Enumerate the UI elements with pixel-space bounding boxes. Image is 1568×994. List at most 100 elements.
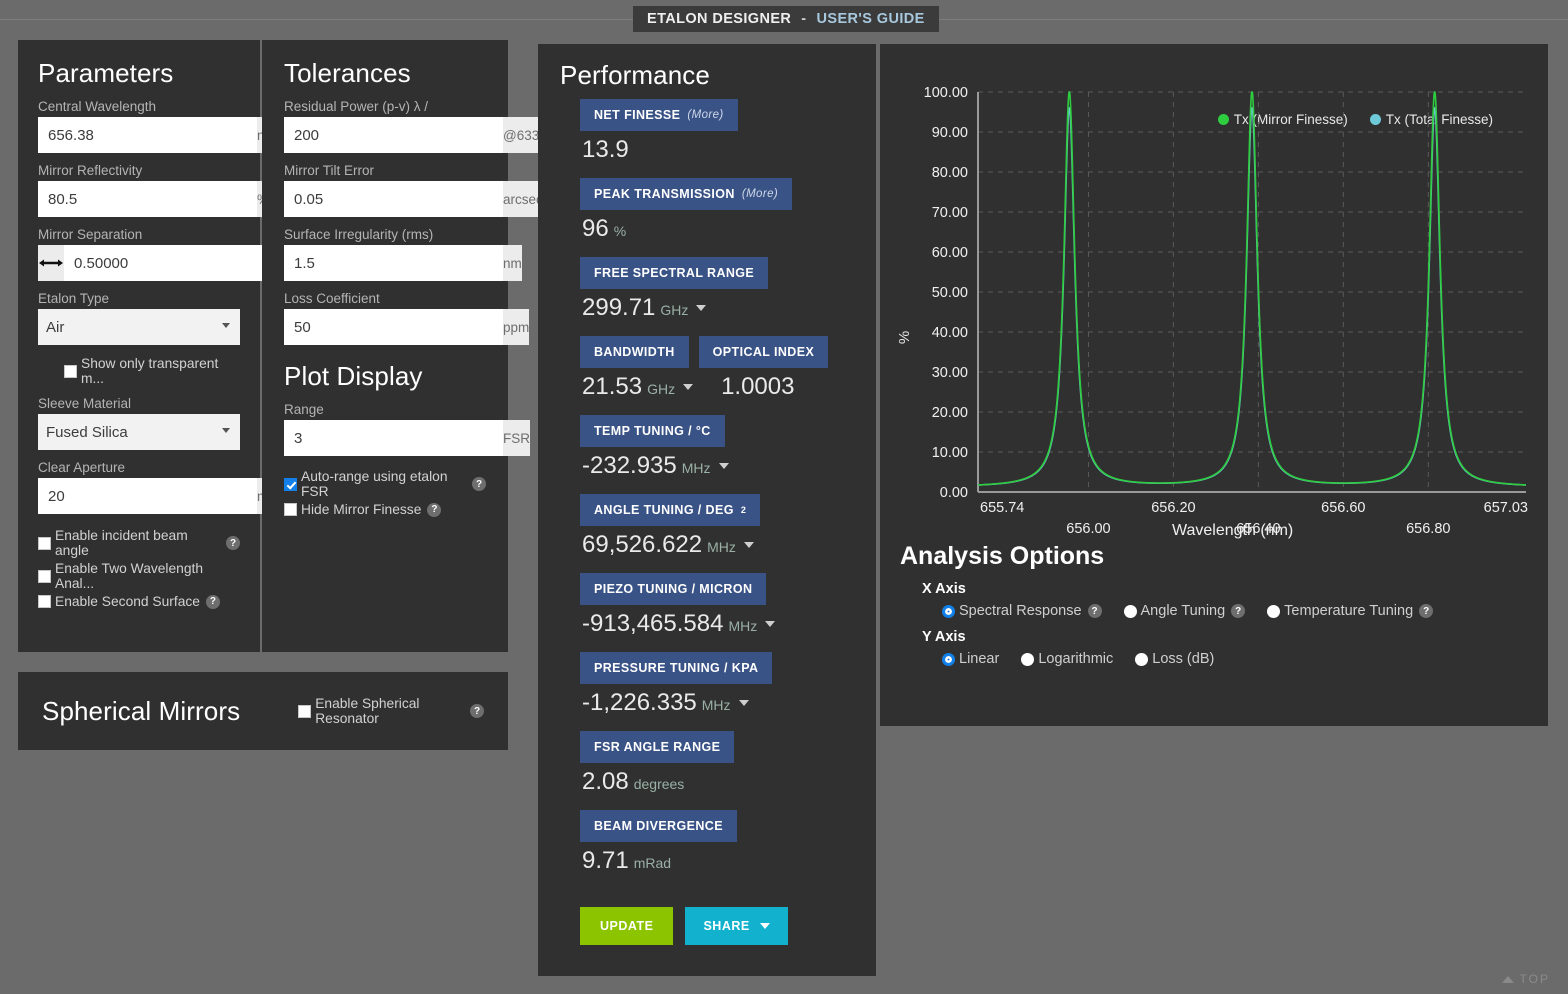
enable-two-wavelength-row[interactable]: Enable Two Wavelength Anal...: [38, 561, 240, 591]
mirror-tilt-error-input[interactable]: [284, 181, 503, 217]
net-finesse-value-row: 13.9: [582, 136, 854, 164]
radio-logarithmic-button[interactable]: [1021, 652, 1035, 666]
temp-tuning-label: TEMP TUNING / °C: [594, 424, 711, 438]
unit-dropdown-caret-icon[interactable]: [683, 384, 694, 390]
share-button[interactable]: SHARE: [685, 907, 788, 945]
loss-coefficient-unit: ppm: [503, 309, 530, 345]
help-icon[interactable]: ?: [1087, 604, 1102, 618]
optical-index-button[interactable]: OPTICAL INDEX: [698, 336, 829, 368]
surface-irregularity-row: nm: [284, 245, 522, 281]
enable-incident-beam-angle-row[interactable]: Enable incident beam angle ?: [38, 528, 240, 558]
spherical-mirrors-title: Spherical Mirrors: [42, 695, 241, 726]
enable-two-wavelength-checkbox[interactable]: [38, 569, 51, 583]
radio-spectral-response[interactable]: Spectral Response ?: [942, 603, 1102, 619]
peak-transmission-more-link[interactable]: (More): [742, 188, 778, 200]
unit-dropdown-caret-icon[interactable]: [765, 621, 776, 627]
radio-temperature-tuning-button[interactable]: [1267, 604, 1281, 618]
sleeve-material-select[interactable]: Fused Silica: [38, 414, 240, 450]
radio-temperature-tuning[interactable]: Temperature Tuning ?: [1267, 603, 1434, 619]
loss-coefficient-input[interactable]: [284, 309, 503, 345]
peak-transmission-unit: %: [613, 223, 627, 239]
peak-transmission-value: 96: [582, 215, 609, 242]
temp-tuning-value-row: -232.935 MHz: [582, 452, 854, 480]
enable-second-surface-label: Enable Second Surface: [55, 594, 200, 609]
free-spectral-range-button[interactable]: FREE SPECTRAL RANGE: [580, 257, 769, 289]
show-transparent-checkbox[interactable]: [64, 364, 77, 378]
radio-linear-button[interactable]: [942, 652, 955, 666]
surface-irregularity-input[interactable]: [284, 245, 503, 281]
unit-dropdown-caret-icon[interactable]: [696, 305, 707, 311]
chart-y-tick: 20.00: [932, 405, 968, 421]
clear-aperture-label: Clear Aperture: [38, 460, 126, 475]
bandwidth-optical-index-values: 21.53 GHz 1.0003: [580, 368, 854, 415]
arrows-left-right-icon[interactable]: [38, 245, 64, 281]
users-guide-link[interactable]: USER'S GUIDE: [817, 11, 925, 27]
angle-tuning-value-row: 69,526.622 MHz: [582, 531, 854, 559]
help-icon[interactable]: ?: [226, 536, 240, 550]
net-finesse-button[interactable]: NET FINESSE (More): [580, 99, 738, 131]
unit-dropdown-caret-icon[interactable]: [718, 463, 729, 469]
radio-angle-tuning-label: Angle Tuning: [1140, 603, 1226, 619]
radio-logarithmic[interactable]: Logarithmic: [1021, 651, 1113, 667]
etalon-type-select[interactable]: Air: [38, 309, 240, 345]
parameters-title: Parameters: [38, 58, 174, 88]
help-icon[interactable]: ?: [472, 477, 486, 491]
peak-transmission-value-row: 96 %: [582, 215, 854, 243]
show-transparent-row[interactable]: Show only transparent m...: [64, 356, 240, 386]
plot-range-input[interactable]: [284, 420, 503, 456]
radio-loss-db[interactable]: Loss (dB): [1135, 651, 1214, 667]
piezo-tuning-button[interactable]: PIEZO TUNING / MICRON: [580, 573, 767, 605]
radio-angle-tuning-button[interactable]: [1123, 604, 1137, 618]
mirror-separation-input[interactable]: [64, 245, 283, 281]
angle-tuning-button[interactable]: ANGLE TUNING / DEG 2: [580, 494, 761, 526]
enable-spherical-resonator-row[interactable]: Enable Spherical Resonator ?: [298, 696, 484, 726]
fsr-angle-range-button[interactable]: FSR ANGLE RANGE: [580, 731, 735, 763]
parameters-checkbox-group: Enable incident beam angle ? Enable Two …: [38, 528, 240, 609]
hide-mirror-finesse-checkbox[interactable]: [284, 503, 297, 516]
auto-range-checkbox[interactable]: [284, 477, 297, 491]
etalon-type-wrap: Air: [38, 309, 240, 345]
pressure-tuning-value: -1,226.335: [582, 689, 697, 716]
radio-loss-db-label: Loss (dB): [1152, 651, 1215, 667]
enable-second-surface-row[interactable]: Enable Second Surface ?: [38, 594, 240, 609]
radio-angle-tuning[interactable]: Angle Tuning ?: [1123, 603, 1246, 619]
chart-y-tick: 60.00: [932, 245, 968, 261]
peak-transmission-button[interactable]: PEAK TRANSMISSION (More): [580, 178, 793, 210]
radio-spectral-response-button[interactable]: [942, 604, 955, 618]
help-icon[interactable]: ?: [1419, 604, 1434, 618]
help-icon[interactable]: ?: [1231, 604, 1246, 618]
beam-divergence-button[interactable]: BEAM DIVERGENCE: [580, 810, 737, 842]
radio-linear-label: Linear: [959, 651, 1000, 667]
residual-power-input[interactable]: [284, 117, 503, 153]
sleeve-material-label: Sleeve Material: [38, 396, 132, 411]
action-buttons: UPDATE SHARE: [580, 907, 854, 945]
bandwidth-button[interactable]: BANDWIDTH: [580, 336, 689, 368]
help-icon[interactable]: ?: [427, 502, 442, 517]
beam-divergence-label: BEAM DIVERGENCE: [594, 819, 723, 833]
central-wavelength-input[interactable]: [38, 117, 257, 153]
performance-title: Performance: [560, 60, 710, 90]
help-icon[interactable]: ?: [205, 594, 220, 609]
radio-loss-db-button[interactable]: [1135, 652, 1149, 666]
mirror-reflectivity-input[interactable]: [38, 181, 257, 217]
chart-x-tick: 657.03: [1484, 500, 1528, 516]
scroll-to-top-link[interactable]: TOP: [1501, 972, 1550, 986]
fsr-angle-range-label: FSR ANGLE RANGE: [594, 740, 721, 754]
hide-mirror-finesse-row[interactable]: Hide Mirror Finesse ?: [284, 502, 486, 517]
pressure-tuning-button[interactable]: PRESSURE TUNING / KPA: [580, 652, 773, 684]
temp-tuning-button[interactable]: TEMP TUNING / °C: [580, 415, 725, 447]
bandwidth-optical-index-buttons: BANDWIDTH OPTICAL INDEX: [580, 336, 854, 368]
net-finesse-more-link[interactable]: (More): [687, 109, 723, 121]
enable-second-surface-checkbox[interactable]: [38, 595, 51, 608]
enable-spherical-resonator-checkbox[interactable]: [298, 704, 312, 718]
auto-range-row[interactable]: Auto-range using etalon FSR ?: [284, 469, 486, 499]
clear-aperture-input[interactable]: [38, 478, 257, 514]
help-icon[interactable]: ?: [470, 704, 484, 718]
update-button[interactable]: UPDATE: [580, 907, 674, 945]
piezo-tuning-unit: MHz: [728, 618, 758, 634]
radio-linear[interactable]: Linear: [942, 651, 999, 667]
unit-dropdown-caret-icon[interactable]: [743, 542, 754, 548]
plot-and-analysis-panel: Tx (Mirror Finesse) Tx (Total Finesse) 0…: [880, 44, 1548, 726]
unit-dropdown-caret-icon[interactable]: [738, 700, 749, 706]
enable-incident-beam-angle-checkbox[interactable]: [38, 536, 51, 550]
